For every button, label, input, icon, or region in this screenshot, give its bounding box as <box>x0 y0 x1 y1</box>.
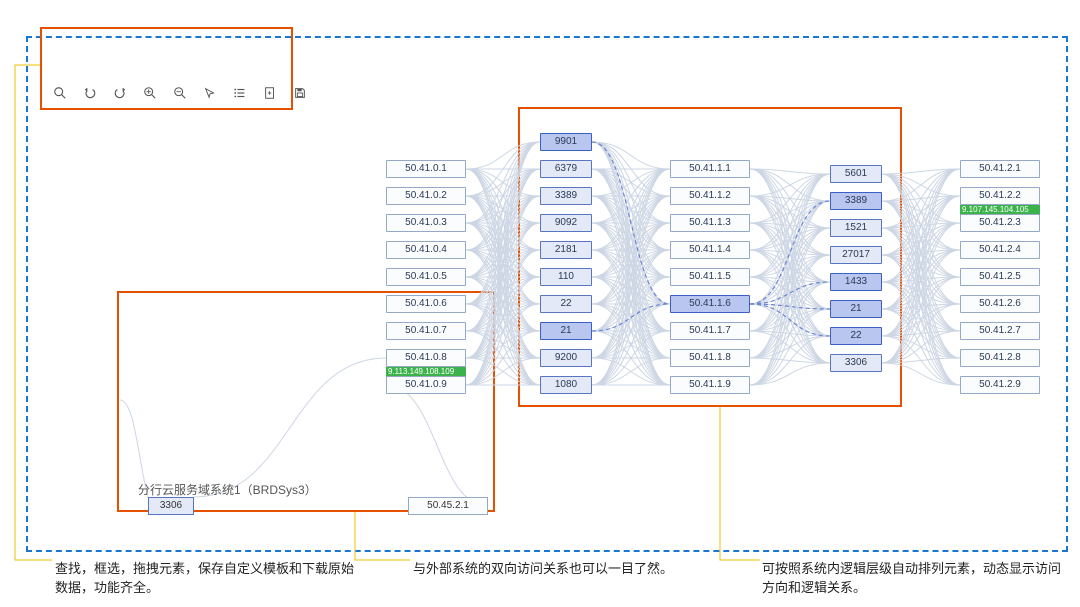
diagram-stage: 50.41.0.150.41.0.250.41.0.350.41.0.450.4… <box>0 0 1080 607</box>
caption-mid: 与外部系统的双向访问关系也可以一目了然。 <box>413 560 713 579</box>
guide-lines <box>0 0 1080 607</box>
caption-left: 查找，框选，拖拽元素，保存自定义模板和下载原始数据，功能齐全。 <box>55 560 355 598</box>
caption-right: 可按照系统内逻辑层级自动排列元素，动态显示访问方向和逻辑关系。 <box>762 560 1062 598</box>
